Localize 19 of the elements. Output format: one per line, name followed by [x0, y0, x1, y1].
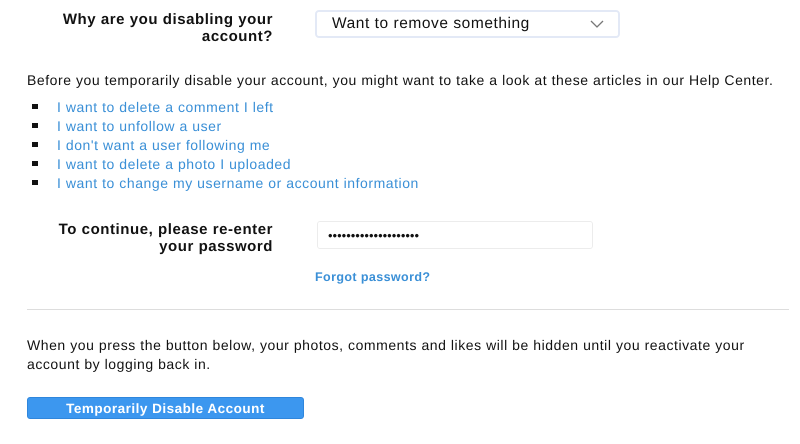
password-label: To continue, please re-enter your password — [58, 221, 273, 255]
intro-text: Before you temporarily disable your account, you might want to take a look at these articles in our Help Center. — [27, 71, 774, 90]
help-link[interactable]: I want to change my username or account information — [57, 174, 419, 190]
reason-label: Why are you disabling your account? — [62, 10, 273, 45]
help-link[interactable]: I don't want a user following me — [57, 136, 270, 152]
notice-text: When you press the button below, your photos, comments and likes will be hidden until you reactivate your account by logging back in. — [27, 336, 746, 374]
help-link[interactable]: I want to delete a photo I uploaded — [57, 156, 292, 172]
forgot-password-link[interactable]: Forgot password? — [315, 270, 430, 284]
bullet-icon — [32, 123, 38, 128]
password-field[interactable]: •••••••••••••••••••• — [317, 221, 593, 249]
help-link[interactable]: I want to delete a comment I left — [57, 98, 274, 114]
bullet-icon — [32, 161, 38, 166]
bullet-icon — [32, 104, 38, 109]
bullet-icon — [32, 142, 38, 147]
disable-account-button[interactable]: Temporarily Disable Account — [27, 397, 304, 419]
help-link[interactable]: I want to unfollow a user — [57, 118, 222, 134]
reason-dropdown[interactable]: Want to remove something — [315, 10, 620, 38]
bullet-icon — [32, 180, 38, 185]
chevron-down-icon — [590, 20, 604, 28]
